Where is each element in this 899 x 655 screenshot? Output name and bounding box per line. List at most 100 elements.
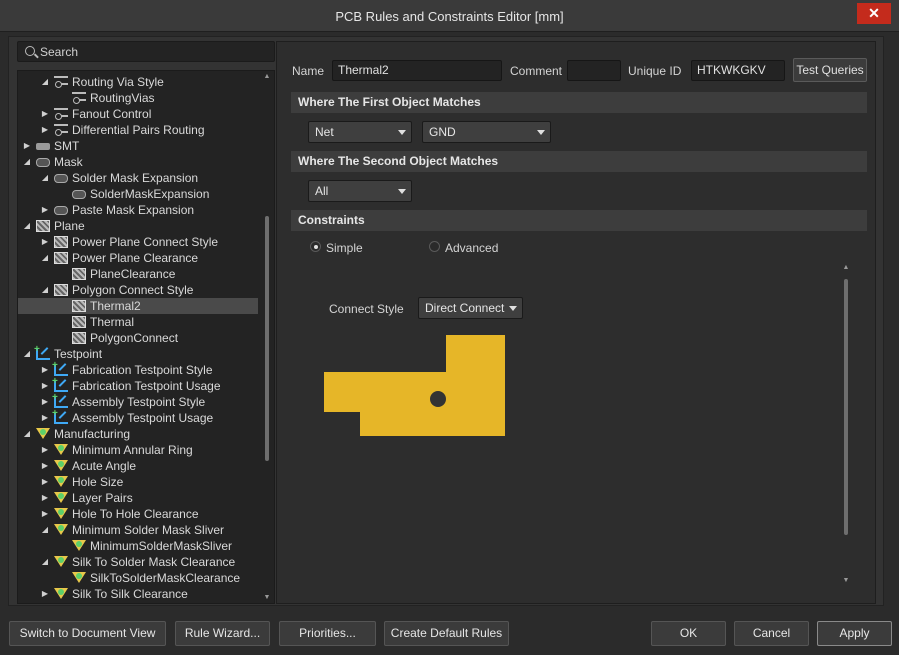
tree-item[interactable]: ◢ Minimum Solder Mask Sliver: [18, 522, 258, 538]
expanded-arrow-icon[interactable]: ◢: [40, 554, 50, 570]
ok-button[interactable]: OK: [651, 621, 726, 646]
expanded-arrow-icon[interactable]: ◢: [22, 218, 32, 234]
rule-detail-panel: Name Thermal2 Comment Unique ID HTKWKGKV…: [276, 41, 876, 604]
advanced-radio[interactable]: [429, 241, 440, 252]
expanded-arrow-icon[interactable]: ◢: [22, 154, 32, 170]
tree-item[interactable]: ▶ Differential Pairs Routing: [18, 122, 258, 138]
tree-item[interactable]: ◢ Polygon Connect Style: [18, 282, 258, 298]
plane-icon: [72, 316, 86, 328]
expanded-arrow-icon[interactable]: ◢: [22, 346, 32, 362]
first-object-type-value: Net: [315, 125, 334, 139]
expanded-arrow-icon[interactable]: ◢: [40, 522, 50, 538]
tree-item[interactable]: RoutingVias: [18, 90, 258, 106]
collapsed-arrow-icon[interactable]: ▶: [40, 394, 50, 410]
collapsed-arrow-icon[interactable]: ▶: [40, 458, 50, 474]
tree-item[interactable]: ▶ Hole To Hole Clearance: [18, 506, 258, 522]
tree-item[interactable]: MinimumSolderMaskSliver: [18, 538, 258, 554]
first-object-type-select[interactable]: Net: [308, 121, 412, 143]
collapsed-arrow-icon[interactable]: ▶: [40, 442, 50, 458]
tree-item[interactable]: ▶ Fanout Control: [18, 106, 258, 122]
tree-item[interactable]: Thermal2: [18, 298, 258, 314]
apply-button[interactable]: Apply: [817, 621, 892, 646]
tree-item[interactable]: ◢ Silk To Solder Mask Clearance: [18, 554, 258, 570]
collapsed-arrow-icon[interactable]: ▶: [40, 474, 50, 490]
constraint-preview: Connect Style Direct Connect: [301, 262, 853, 582]
tree-scrollbar[interactable]: ▲ ▼: [262, 71, 272, 603]
rules-tree[interactable]: ◢ Routing Via Style RoutingVias ▶ Fanout Con…: [17, 70, 275, 604]
switch-to-document-view-button[interactable]: Switch to Document View: [9, 621, 166, 646]
tree-item[interactable]: ▶ SMT: [18, 138, 258, 154]
advanced-label[interactable]: Advanced: [445, 241, 498, 255]
tree-item[interactable]: SilkToSolderMaskClearance: [18, 570, 258, 586]
tree-item[interactable]: ▶ Paste Mask Expansion: [18, 202, 258, 218]
collapsed-arrow-icon[interactable]: ▶: [40, 586, 50, 602]
tree-item[interactable]: PlaneClearance: [18, 266, 258, 282]
collapsed-arrow-icon[interactable]: ▶: [40, 410, 50, 426]
tree-item-label: Manufacturing: [54, 427, 131, 441]
tree-item[interactable]: ◢ Routing Via Style: [18, 74, 258, 90]
tree-item[interactable]: ◢ Power Plane Clearance: [18, 250, 258, 266]
tree-item[interactable]: PolygonConnect: [18, 330, 258, 346]
tree-item[interactable]: ▶ Power Plane Connect Style: [18, 234, 258, 250]
tree-item[interactable]: ▶ Layer Pairs: [18, 490, 258, 506]
expanded-arrow-icon[interactable]: ◢: [22, 426, 32, 442]
scroll-down-icon[interactable]: ▼: [262, 594, 272, 601]
scroll-up-icon[interactable]: ▲: [840, 264, 852, 271]
expanded-arrow-icon[interactable]: ◢: [40, 282, 50, 298]
collapsed-arrow-icon[interactable]: ▶: [40, 602, 50, 603]
tree-item-label: SMT: [54, 139, 80, 153]
cancel-button[interactable]: Cancel: [734, 621, 809, 646]
routing-icon: [54, 76, 68, 88]
connect-style-select[interactable]: Direct Connect: [418, 297, 523, 319]
rules-panel: ◢ Routing Via Style RoutingVias ▶ Fanout Con…: [17, 41, 275, 604]
tree-item[interactable]: ◢ Mask: [18, 154, 258, 170]
tree-item-label: Polygon Connect Style: [72, 283, 194, 297]
first-object-value-select[interactable]: GND: [422, 121, 551, 143]
tree-item[interactable]: Thermal: [18, 314, 258, 330]
tree-item-label: Plane: [54, 219, 85, 233]
collapsed-arrow-icon[interactable]: ▶: [40, 378, 50, 394]
simple-label[interactable]: Simple: [326, 241, 363, 255]
second-object-type-select[interactable]: All: [308, 180, 412, 202]
constraint-scrollbar[interactable]: ▲ ▼: [840, 264, 852, 584]
create-default-rules-button[interactable]: Create Default Rules: [384, 621, 509, 646]
tree-item-label: SolderMaskExpansion: [90, 187, 210, 201]
rule-wizard-button[interactable]: Rule Wizard...: [175, 621, 270, 646]
expanded-arrow-icon[interactable]: ◢: [40, 170, 50, 186]
collapsed-arrow-icon[interactable]: ▶: [22, 138, 32, 154]
tree-item[interactable]: ▶ Minimum Annular Ring: [18, 442, 258, 458]
unique-id-field[interactable]: HTKWKGKV: [691, 60, 785, 81]
constraint-scroll-thumb[interactable]: [844, 279, 848, 535]
collapsed-arrow-icon[interactable]: ▶: [40, 106, 50, 122]
tree-item[interactable]: ▶ Net Antennae: [18, 602, 258, 603]
priorities-button[interactable]: Priorities...: [279, 621, 376, 646]
collapsed-arrow-icon[interactable]: ▶: [40, 234, 50, 250]
expanded-arrow-icon[interactable]: ◢: [40, 250, 50, 266]
expanded-arrow-icon[interactable]: ◢: [40, 74, 50, 90]
search-input[interactable]: [40, 44, 260, 59]
connect-style-value: Direct Connect: [425, 301, 505, 315]
search-box[interactable]: [17, 41, 275, 62]
tree-item[interactable]: ▶ Silk To Silk Clearance: [18, 586, 258, 602]
name-field[interactable]: Thermal2: [332, 60, 502, 81]
tree-item[interactable]: ▶ Acute Angle: [18, 458, 258, 474]
collapsed-arrow-icon[interactable]: ▶: [40, 490, 50, 506]
simple-radio[interactable]: [310, 241, 321, 252]
collapsed-arrow-icon[interactable]: ▶: [40, 362, 50, 378]
tree-item-label: PlaneClearance: [90, 267, 176, 281]
tree-item[interactable]: ▶ Assembly Testpoint Usage: [18, 406, 258, 426]
close-button[interactable]: ✕: [857, 3, 891, 24]
scroll-up-icon[interactable]: ▲: [262, 73, 272, 80]
collapsed-arrow-icon[interactable]: ▶: [40, 506, 50, 522]
collapsed-arrow-icon[interactable]: ▶: [40, 202, 50, 218]
tree-scroll-thumb[interactable]: [265, 216, 269, 461]
tree-item[interactable]: ◢ Manufacturing: [18, 426, 258, 442]
tree-item[interactable]: ◢ Solder Mask Expansion: [18, 170, 258, 186]
tree-item[interactable]: ◢ Plane: [18, 218, 258, 234]
scroll-down-icon[interactable]: ▼: [840, 577, 852, 584]
comment-field[interactable]: [567, 60, 621, 81]
collapsed-arrow-icon[interactable]: ▶: [40, 122, 50, 138]
test-queries-button[interactable]: Test Queries: [793, 58, 867, 82]
tree-item[interactable]: SolderMaskExpansion: [18, 186, 258, 202]
tree-item[interactable]: ▶ Hole Size: [18, 474, 258, 490]
